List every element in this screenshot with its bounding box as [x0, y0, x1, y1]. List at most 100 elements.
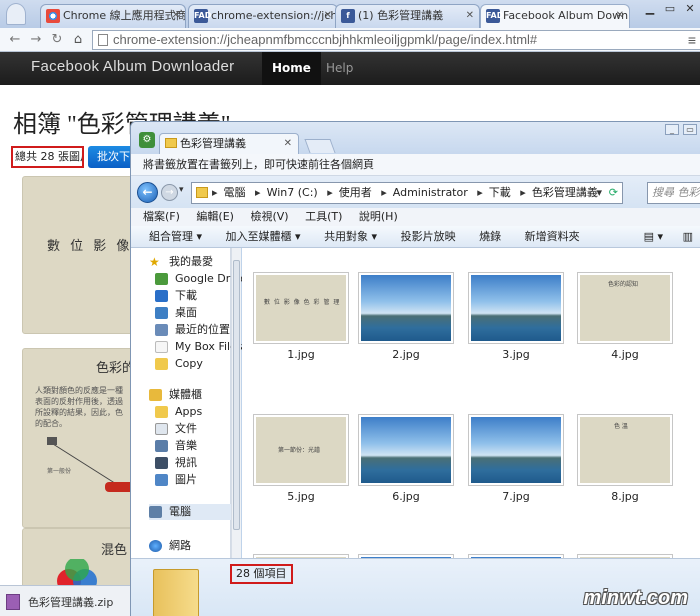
- minimize-icon[interactable]: _: [665, 124, 679, 135]
- sidebar-item-my-box[interactable]: My Box Files: [155, 339, 243, 355]
- explorer-menu-bar: 檔案(F) 編輯(E) 檢視(V) 工具(T) 說明(H): [131, 208, 700, 226]
- explorer-tab[interactable]: 色彩管理講義 ✕: [159, 133, 299, 154]
- chrome-icon: [46, 9, 60, 23]
- tab-chrome-store[interactable]: Chrome 線上應用程式商店 ✕: [40, 4, 186, 28]
- sidebar-libraries[interactable]: 媒體櫃: [149, 387, 202, 403]
- add-to-library-button[interactable]: 加入至媒體櫃 ▾: [226, 230, 301, 243]
- preview-pane-icon[interactable]: ▥: [683, 226, 693, 248]
- minimize-icon[interactable]: ▁: [640, 0, 660, 18]
- view-options-icon[interactable]: ▤ ▾: [644, 226, 663, 248]
- new-tab-button[interactable]: [304, 139, 336, 153]
- new-folder-button[interactable]: 新增資料夾: [525, 230, 580, 243]
- sidebar-label: 桌面: [175, 306, 197, 319]
- file-name: 7.jpg: [502, 490, 530, 503]
- sidebar-item-desktop[interactable]: 桌面: [155, 305, 197, 321]
- menu-file[interactable]: 檔案(F): [143, 210, 180, 223]
- share-with-button[interactable]: 共用對象 ▾: [324, 230, 377, 243]
- batch-download-button[interactable]: 批次下: [88, 146, 136, 168]
- sidebar-item-documents[interactable]: 文件: [155, 421, 197, 437]
- address-bar[interactable]: chrome-extension://jcheapnmfbmcccnbjhhkm…: [92, 30, 700, 50]
- item-count: 28 個項目: [230, 564, 293, 584]
- close-icon[interactable]: ✕: [172, 5, 180, 27]
- sidebar-network[interactable]: 網路: [149, 538, 191, 554]
- breadcrumb[interactable]: ▸ 電腦 ▸ Win7 (C:) ▸ 使用者 ▸ Administrator ▸ 下載 ▸…: [191, 182, 623, 204]
- back-icon[interactable]: ←: [6, 31, 24, 49]
- app-brand[interactable]: Facebook Album Downloader: [31, 58, 234, 75]
- file-thumbnail: [358, 414, 454, 486]
- close-icon[interactable]: ✕: [616, 5, 624, 27]
- album-slide[interactable]: 數 位 影 像: [22, 176, 142, 334]
- file-name: 1.jpg: [287, 348, 315, 361]
- close-window-icon[interactable]: ✕: [680, 0, 700, 18]
- sidebar-item-downloads[interactable]: 下載: [155, 288, 197, 304]
- breadcrumb-admin[interactable]: Administrator: [393, 186, 468, 199]
- organize-button[interactable]: 組合管理 ▾: [149, 230, 202, 243]
- breadcrumb-computer[interactable]: 電腦: [224, 186, 246, 199]
- file-item[interactable]: 2.jpg: [358, 272, 454, 372]
- profile-icon[interactable]: [6, 3, 26, 25]
- download-item[interactable]: 色彩管理講義.zip: [28, 594, 113, 610]
- thumbnail-caption: 色彩的認知: [608, 281, 639, 288]
- search-input[interactable]: 搜尋 色彩: [647, 182, 700, 204]
- reload-icon[interactable]: ↻: [48, 31, 66, 49]
- file-item[interactable]: 7.jpg: [468, 414, 564, 514]
- sidebar-item-copy[interactable]: Copy: [155, 356, 203, 372]
- back-icon[interactable]: ←: [137, 182, 158, 203]
- file-name: 2.jpg: [392, 348, 420, 361]
- close-icon[interactable]: ✕: [284, 134, 292, 154]
- album-slide[interactable]: 色彩的 人類對顏色的反應是一種 表面的反射作用後，透過 所設釋的結果，因此，色 …: [22, 348, 142, 528]
- sidebar-computer[interactable]: 電腦: [149, 504, 231, 520]
- close-icon[interactable]: ✕: [324, 5, 332, 27]
- recent-pages-icon[interactable]: ▾: [179, 185, 184, 195]
- breadcrumb-users[interactable]: 使用者: [339, 186, 372, 199]
- scrollbar-thumb[interactable]: [233, 260, 240, 530]
- color-mix-graphic: [57, 559, 97, 587]
- explorer-app-icon[interactable]: ⚙: [139, 132, 155, 148]
- breadcrumb-folder[interactable]: 色彩管理講義: [532, 186, 598, 199]
- sidebar-item-apps[interactable]: Apps: [155, 404, 202, 420]
- menu-help[interactable]: 說明(H): [359, 210, 398, 223]
- album-slide[interactable]: 混色: [22, 528, 142, 588]
- file-item[interactable]: 第一節份：光譜 5.jpg: [253, 414, 349, 514]
- explorer-command-bar: 組合管理 ▾ 加入至媒體櫃 ▾ 共用對象 ▾ 投影片放映 燒錄 新增資料夾 ▤ …: [131, 226, 700, 248]
- sidebar-label: 最近的位置: [175, 323, 230, 336]
- file-item[interactable]: 3.jpg: [468, 272, 564, 372]
- menu-edit[interactable]: 編輯(E): [196, 210, 234, 223]
- explorer-address-row: ← → ▾ ▸ 電腦 ▸ Win7 (C:) ▸ 使用者 ▸ Administrator…: [131, 176, 700, 208]
- slideshow-button[interactable]: 投影片放映: [401, 230, 456, 243]
- forward-icon[interactable]: →: [27, 31, 45, 49]
- burn-button[interactable]: 燒錄: [479, 230, 501, 243]
- home-icon[interactable]: ⌂: [69, 31, 87, 49]
- bookmarks-hint: 將書籤放置在書籤列上，即可快速前往各個網頁: [131, 154, 700, 176]
- refresh-icon[interactable]: ⟳: [609, 183, 618, 203]
- sidebar-favorites[interactable]: ★ 我的最愛: [149, 254, 213, 270]
- restore-icon[interactable]: ▭: [683, 124, 697, 135]
- maximize-icon[interactable]: ▭: [660, 0, 680, 18]
- tab-facebook[interactable]: f (1) 色彩管理講義 ✕: [335, 4, 480, 28]
- sidebar-item-pictures[interactable]: 圖片: [155, 472, 197, 488]
- sidebar-item-music[interactable]: 音樂: [155, 438, 197, 454]
- tab-label: chrome-extension://jche: [211, 9, 338, 22]
- file-item[interactable]: 6.jpg: [358, 414, 454, 514]
- menu-view[interactable]: 檢視(V): [250, 210, 288, 223]
- tab-album-downloader[interactable]: FAD Facebook Album Downl ✕: [480, 4, 630, 29]
- nav-home[interactable]: Home: [262, 52, 321, 85]
- file-thumbnail: 第一節份：光譜: [253, 414, 349, 486]
- file-item[interactable]: 數 位 影 像 色 彩 管 理 1.jpg: [253, 272, 349, 372]
- menu-tools[interactable]: 工具(T): [305, 210, 342, 223]
- breadcrumb-downloads[interactable]: 下載: [489, 186, 511, 199]
- file-item[interactable]: 色彩的認知 4.jpg: [577, 272, 673, 372]
- close-icon[interactable]: ✕: [466, 5, 474, 27]
- menu-icon[interactable]: ≡: [688, 31, 696, 49]
- chevron-down-icon[interactable]: ▾: [596, 183, 602, 203]
- file-item[interactable]: 色 溫 8.jpg: [577, 414, 673, 514]
- breadcrumb-drive[interactable]: Win7 (C:): [267, 186, 318, 199]
- sidebar-scrollbar[interactable]: [231, 248, 241, 558]
- sidebar-item-videos[interactable]: 視訊: [155, 455, 197, 471]
- sidebar-label: 文件: [175, 422, 197, 435]
- sidebar-item-recent[interactable]: 最近的位置: [155, 322, 230, 338]
- folder-icon: [196, 187, 208, 198]
- forward-icon[interactable]: →: [161, 184, 178, 201]
- tab-extension[interactable]: FAD chrome-extension://jche ✕: [188, 4, 338, 28]
- nav-help[interactable]: Help: [316, 52, 363, 85]
